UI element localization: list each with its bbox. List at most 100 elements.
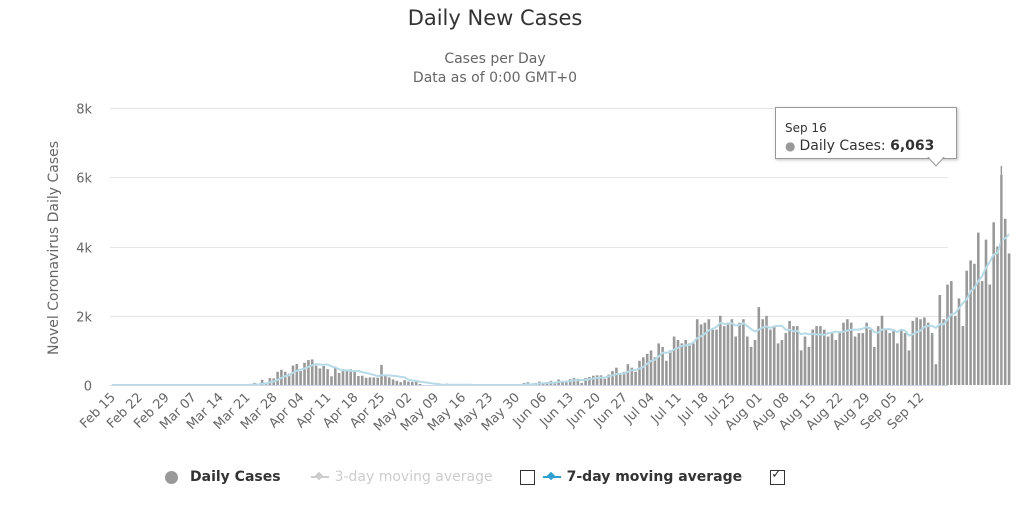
bar-daily-cases[interactable] xyxy=(403,380,406,385)
bar-daily-cases[interactable] xyxy=(807,346,811,385)
bar-daily-cases[interactable] xyxy=(645,353,649,385)
bar-daily-cases[interactable] xyxy=(957,298,961,385)
bar-daily-cases[interactable] xyxy=(734,336,737,386)
bar-daily-cases[interactable] xyxy=(911,320,915,385)
bar-daily-cases[interactable] xyxy=(876,326,880,385)
bar-daily-cases[interactable] xyxy=(834,340,838,385)
bar-daily-cases[interactable] xyxy=(395,380,399,385)
legend-item-daily-cases[interactable]: Daily Cases xyxy=(165,469,281,485)
bar-daily-cases[interactable] xyxy=(715,329,718,385)
bar-daily-cases[interactable] xyxy=(295,363,299,385)
bar-daily-cases[interactable] xyxy=(695,319,699,385)
bar-daily-cases[interactable] xyxy=(353,370,356,386)
bar-daily-cases[interactable] xyxy=(376,377,379,385)
bar-daily-cases[interactable] xyxy=(826,336,830,386)
bar-daily-cases[interactable] xyxy=(291,365,295,385)
bar-daily-cases[interactable] xyxy=(903,333,907,385)
bar-daily-cases[interactable] xyxy=(1007,253,1011,385)
bar-daily-cases[interactable] xyxy=(407,381,410,386)
bar-daily-cases[interactable] xyxy=(692,343,695,385)
bar-daily-cases[interactable] xyxy=(611,371,614,385)
bar-daily-cases[interactable] xyxy=(749,346,753,385)
bar-daily-cases[interactable] xyxy=(973,263,976,385)
bar-daily-cases[interactable] xyxy=(915,317,918,386)
bar-daily-cases[interactable] xyxy=(307,360,310,385)
bar-daily-cases[interactable] xyxy=(977,232,980,385)
bar-daily-cases[interactable] xyxy=(926,322,930,385)
bar-daily-cases[interactable] xyxy=(603,378,607,385)
bar-daily-cases[interactable] xyxy=(726,322,730,385)
bar-daily-cases[interactable] xyxy=(334,367,337,385)
bar-daily-cases[interactable] xyxy=(830,333,834,385)
bar-daily-cases[interactable] xyxy=(938,295,942,385)
bar-daily-cases[interactable] xyxy=(618,374,622,385)
bar-daily-cases[interactable] xyxy=(299,371,302,385)
bar-daily-cases[interactable] xyxy=(615,367,618,385)
bar-daily-cases[interactable] xyxy=(753,340,757,385)
bar-daily-cases[interactable] xyxy=(811,329,814,385)
bar-daily-cases[interactable] xyxy=(946,284,949,385)
bar-daily-cases[interactable] xyxy=(892,329,895,385)
bar-daily-cases[interactable] xyxy=(364,377,368,385)
bar-daily-cases[interactable] xyxy=(880,315,884,386)
bar-daily-cases[interactable] xyxy=(580,382,583,385)
bar-daily-cases[interactable] xyxy=(341,371,345,385)
checkbox-7-day-moving-average[interactable] xyxy=(770,467,786,485)
bar-daily-cases[interactable] xyxy=(634,371,637,385)
bar-daily-cases[interactable] xyxy=(314,365,318,385)
bar-daily-cases[interactable] xyxy=(776,343,780,385)
bar-daily-cases[interactable] xyxy=(345,370,349,385)
bar-daily-cases[interactable] xyxy=(688,343,691,385)
bar-daily-cases[interactable] xyxy=(330,376,333,385)
bar-daily-cases[interactable] xyxy=(657,343,660,385)
bar-daily-cases[interactable] xyxy=(907,350,911,385)
bar-daily-cases[interactable] xyxy=(669,350,672,385)
bar-daily-cases[interactable] xyxy=(665,360,668,385)
bar-daily-cases[interactable] xyxy=(357,376,360,385)
bar-daily-cases[interactable] xyxy=(672,336,676,386)
bar-daily-cases[interactable] xyxy=(318,368,322,385)
bar-daily-cases[interactable] xyxy=(384,376,387,385)
bar-daily-cases[interactable] xyxy=(792,326,795,385)
bar-daily-cases[interactable] xyxy=(869,329,872,385)
bar-daily-cases[interactable] xyxy=(684,340,687,385)
bar-daily-cases[interactable] xyxy=(722,326,726,385)
bar-daily-cases[interactable] xyxy=(642,357,645,385)
bar-daily-cases[interactable] xyxy=(900,329,903,385)
bar-daily-cases[interactable] xyxy=(769,329,772,385)
bar-daily-cases[interactable] xyxy=(742,319,745,385)
bar-daily-cases[interactable] xyxy=(699,324,703,385)
bar-daily-cases[interactable] xyxy=(992,222,995,385)
bar-daily-cases[interactable] xyxy=(738,322,741,385)
bar-daily-cases[interactable] xyxy=(372,377,376,385)
bar-daily-cases[interactable] xyxy=(757,307,761,385)
bar-daily-cases[interactable] xyxy=(391,379,395,386)
bar-daily-cases[interactable] xyxy=(896,343,899,385)
checkbox-3-day-moving-average[interactable] xyxy=(519,469,535,485)
bar-daily-cases[interactable] xyxy=(326,369,329,385)
bar-daily-cases[interactable] xyxy=(360,375,364,385)
bar-daily-cases[interactable] xyxy=(853,336,857,386)
bar-daily-cases[interactable] xyxy=(649,350,653,385)
bar-daily-cases[interactable] xyxy=(387,377,391,385)
bar-daily-cases[interactable] xyxy=(930,333,934,385)
bar-daily-cases[interactable] xyxy=(980,281,984,385)
bar-daily-cases[interactable] xyxy=(865,322,868,385)
bar-daily-cases[interactable] xyxy=(780,340,784,385)
bar-daily-cases[interactable] xyxy=(838,333,841,385)
bar-daily-cases[interactable] xyxy=(595,375,599,385)
bar-daily-cases[interactable] xyxy=(950,281,953,385)
bar-daily-cases[interactable] xyxy=(823,329,826,385)
bar-daily-cases[interactable] xyxy=(961,326,965,385)
bar-daily-cases[interactable] xyxy=(746,336,749,386)
bar-daily-cases[interactable] xyxy=(849,322,853,385)
bar-daily-cases[interactable] xyxy=(638,360,641,385)
bar-daily-cases[interactable] xyxy=(799,350,803,385)
bar-daily-cases[interactable] xyxy=(337,372,341,385)
bar-daily-cases[interactable] xyxy=(680,343,684,385)
bar-daily-cases[interactable] xyxy=(969,260,972,385)
bar-daily-cases[interactable] xyxy=(418,384,422,385)
bar-daily-cases[interactable] xyxy=(953,315,957,386)
bar-daily-cases[interactable] xyxy=(1003,218,1007,385)
bar-daily-cases[interactable] xyxy=(996,246,999,386)
